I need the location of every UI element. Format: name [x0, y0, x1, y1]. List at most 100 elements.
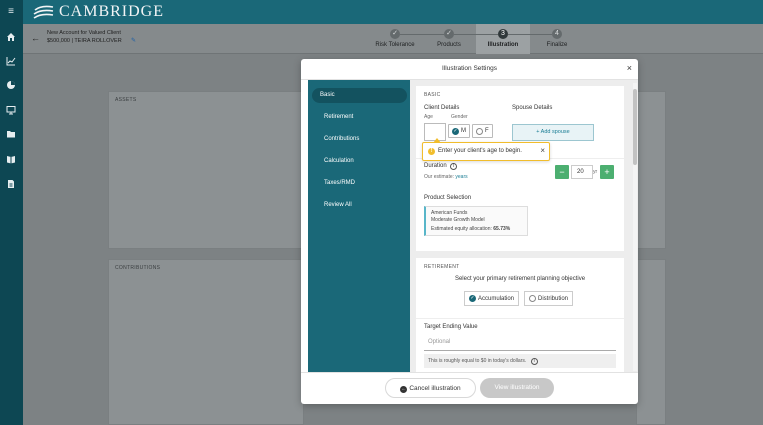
duration-decrement-button[interactable]: −	[555, 165, 569, 179]
age-tooltip: ! Enter your client's age to begin. ×	[422, 138, 550, 161]
gender-f-label: F	[485, 128, 489, 134]
step-label: Finalize	[546, 42, 568, 48]
nav-item-taxes-rmd[interactable]: Taxes/RMD	[316, 176, 404, 191]
spouse-details-label: Spouse Details	[512, 105, 553, 111]
target-hint-text: This is roughly equal to $0 in today's d…	[428, 358, 527, 364]
cambridge-logo[interactable]: CAMBRIDGE	[33, 3, 164, 21]
check-icon: ✓	[469, 295, 476, 302]
step-number: 3	[498, 29, 508, 39]
left-rail: ≡	[0, 0, 23, 425]
cancel-illustration-button[interactable]: ← Cancel illustration	[385, 378, 476, 398]
assets-panel: ASSETS	[108, 91, 304, 249]
folder-icon[interactable]	[5, 128, 17, 140]
target-ending-value-input[interactable]: Optional	[424, 335, 616, 351]
duration-unit: yr	[593, 169, 598, 175]
info-icon[interactable]: i	[530, 358, 538, 365]
logo-waves-icon	[33, 5, 54, 19]
tooltip-text: Enter your client's age to begin.	[438, 148, 522, 154]
document-icon[interactable]	[5, 178, 17, 190]
warning-icon: !	[428, 148, 435, 155]
gender-f-option[interactable]: F	[472, 124, 493, 138]
nav-item-review-all[interactable]: Review All	[316, 198, 404, 213]
estimate-value: years	[455, 174, 468, 180]
step-number: 4	[552, 29, 562, 39]
chart-icon[interactable]	[5, 55, 17, 67]
pie-icon[interactable]	[5, 79, 17, 91]
step-label: Illustration	[487, 42, 519, 48]
gender-m-label: M	[461, 128, 466, 134]
client-details-label: Client Details	[424, 105, 460, 111]
step-label: Risk Tolerance	[375, 42, 415, 48]
assets-panel-right	[636, 91, 666, 249]
view-illustration-button[interactable]: View illustration	[480, 378, 554, 398]
gender-m-option[interactable]: ✓ M	[448, 124, 470, 138]
add-spouse-button[interactable]: + Add spouse	[512, 124, 594, 141]
scrollbar-thumb[interactable]	[633, 89, 637, 165]
step-risk-tolerance[interactable]: ✓ Risk Tolerance	[368, 24, 422, 54]
step-illustration[interactable]: 3 Illustration	[476, 24, 530, 54]
equity-prefix: Estimated equity allocation:	[431, 226, 492, 232]
nav-item-retirement[interactable]: Retirement	[316, 110, 404, 125]
settings-nav: Basic Retirement Contributions Calculati…	[308, 80, 410, 372]
step-label: Products	[437, 42, 461, 48]
duration-value: 20	[577, 169, 584, 175]
basic-section-heading: BASIC	[424, 92, 441, 98]
contributions-panel: CONTRIBUTIONS	[108, 259, 304, 425]
duration-label: Duration i	[424, 163, 458, 170]
gender-label: Gender	[451, 114, 468, 120]
retirement-section-heading: RETIREMENT	[424, 264, 460, 270]
home-icon[interactable]	[5, 31, 17, 43]
product-name-line1: American Funds	[431, 210, 468, 216]
assets-heading: ASSETS	[115, 97, 137, 103]
monitor-icon[interactable]	[5, 104, 17, 116]
contributions-panel-right	[636, 259, 666, 425]
basic-card: BASIC Client Details Spouse Details Age …	[416, 86, 624, 251]
progress-steps: ✓ Risk Tolerance ✓ Products 3 Illustrati…	[368, 24, 584, 54]
accumulation-option[interactable]: ✓ Accumulation	[464, 291, 520, 306]
distribution-option[interactable]: Distribution	[524, 291, 574, 306]
tooltip-close-icon[interactable]: ×	[540, 146, 545, 155]
close-icon[interactable]: ×	[627, 63, 632, 73]
objective-prompt: Select your primary retirement planning …	[454, 276, 586, 282]
book-icon[interactable]	[5, 153, 17, 165]
illustration-settings-modal: Illustration Settings × Basic Retirement…	[301, 59, 638, 404]
duration-label-text: Duration	[424, 163, 447, 169]
account-header: ← New Account for Valued Client $500,000…	[23, 24, 763, 54]
target-ending-value-label: Target Ending Value	[424, 324, 478, 330]
estimate-prefix: Our estimate:	[424, 174, 455, 180]
product-card[interactable]: American Funds Moderate Growth Model Est…	[424, 206, 528, 236]
accumulation-label: Accumulation	[478, 295, 515, 302]
retirement-card: RETIREMENT Select your primary retiremen…	[416, 258, 624, 372]
settings-content: BASIC Client Details Spouse Details Age …	[410, 80, 638, 372]
step-products[interactable]: ✓ Products	[422, 24, 476, 54]
radio-icon	[476, 127, 483, 135]
account-subtitle: $500,000 | TEIRA ROLLOVER	[47, 38, 122, 44]
back-arrow-icon[interactable]: ←	[31, 33, 40, 43]
content-scrollbar[interactable]	[633, 83, 637, 371]
info-icon[interactable]: i	[450, 163, 458, 170]
menu-icon[interactable]: ≡	[5, 6, 17, 18]
duration-increment-button[interactable]: +	[600, 165, 614, 179]
nav-item-basic[interactable]: Basic	[312, 88, 407, 103]
top-bar: CAMBRIDGE	[23, 0, 763, 24]
age-label: Age	[424, 114, 433, 120]
cancel-label: Cancel illustration	[409, 385, 461, 392]
target-hint: This is roughly equal to $0 in today's d…	[424, 354, 616, 368]
equity-value: 65.73%	[493, 226, 511, 232]
logo-text: CAMBRIDGE	[59, 3, 165, 20]
contributions-heading: CONTRIBUTIONS	[115, 265, 161, 271]
product-name-line2: Moderate Growth Model	[431, 217, 485, 223]
edit-pencil-icon[interactable]: ✎	[131, 37, 136, 44]
modal-title: Illustration Settings	[442, 65, 497, 72]
cancel-circle-icon: ←	[400, 386, 408, 393]
step-check-icon: ✓	[390, 29, 400, 39]
nav-item-contributions[interactable]: Contributions	[316, 132, 404, 147]
equity-allocation: Estimated equity allocation: 65.73%	[431, 226, 510, 232]
distribution-label: Distribution	[538, 295, 569, 302]
duration-input[interactable]: 20	[571, 165, 593, 179]
nav-item-calculation[interactable]: Calculation	[316, 154, 404, 169]
radio-icon	[529, 295, 536, 302]
step-finalize[interactable]: 4 Finalize	[530, 24, 584, 54]
account-title: New Account for Valued Client	[47, 30, 121, 36]
step-check-icon: ✓	[444, 29, 454, 39]
